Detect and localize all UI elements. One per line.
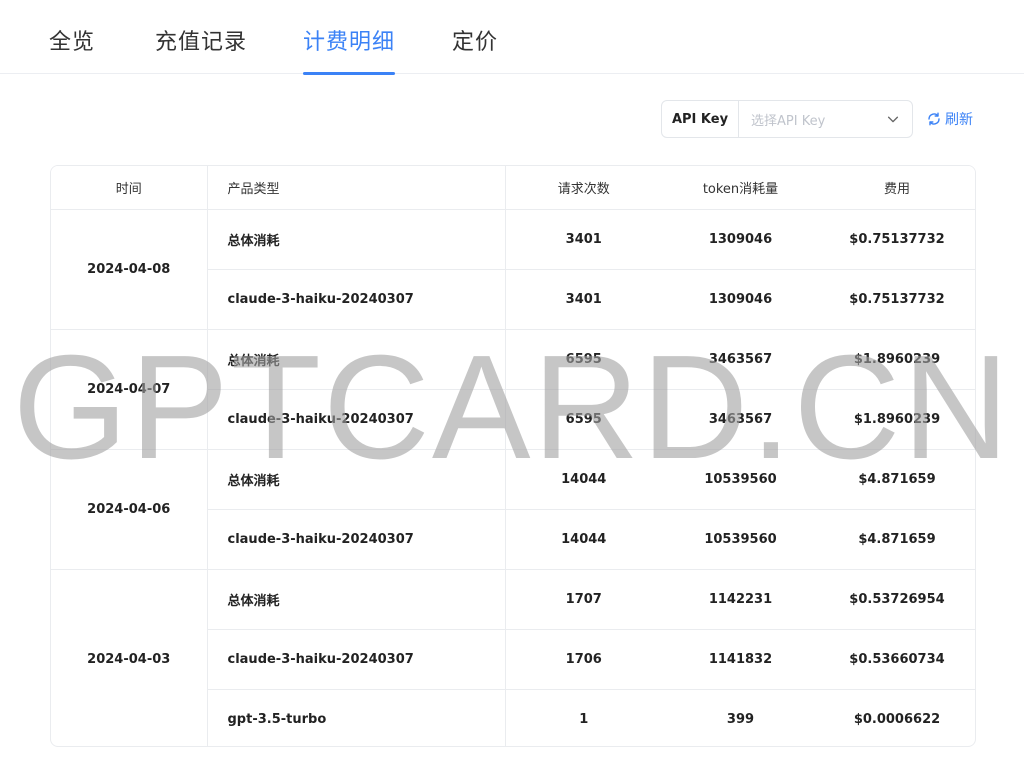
tab-bar: 全览 充值记录 计费明细 定价: [0, 0, 1024, 75]
refresh-button[interactable]: 刷新: [926, 108, 973, 130]
table-row: 2024-04-07 总体消耗 6595 3463567 $1.8960239: [51, 329, 975, 450]
header-product: 产品类型: [207, 166, 506, 210]
fee-cell: $1.8960239: [819, 389, 975, 450]
date-cell: 2024-04-08: [51, 209, 208, 330]
product-cell: 总体消耗: [207, 569, 506, 630]
header-fee: 费用: [819, 166, 975, 210]
fee-cell: $0.53726954: [819, 569, 975, 630]
table-row: 2024-04-06 总体消耗 14044 10539560 $4.871659: [51, 449, 975, 570]
product-cell: claude-3-haiku-20240307: [207, 389, 506, 450]
product-cell: 总体消耗: [207, 449, 506, 510]
product-cell: gpt-3.5-turbo: [207, 689, 506, 746]
header-tokens: token消耗量: [662, 166, 819, 210]
api-key-label: API Key: [662, 101, 739, 137]
requests-cell: 3401: [505, 209, 662, 270]
chevron-down-icon: [887, 116, 899, 123]
requests-cell: 6595: [505, 329, 662, 390]
requests-cell: 1706: [505, 629, 662, 690]
tokens-cell: 3463567: [662, 389, 819, 450]
tokens-cell: 10539560: [662, 449, 819, 510]
product-cell: claude-3-haiku-20240307: [207, 509, 506, 570]
table-row: 2024-04-08 总体消耗 3401 1309046 $0.75137732: [51, 209, 975, 330]
tokens-cell: 1309046: [662, 209, 819, 270]
tab-overview[interactable]: 全览: [49, 24, 95, 74]
tokens-cell: 10539560: [662, 509, 819, 570]
fee-cell: $4.871659: [819, 449, 975, 510]
requests-cell: 1: [579, 711, 589, 727]
fee-cell: $0.0006622: [853, 711, 941, 727]
fee-cell: $1.8960239: [819, 329, 975, 390]
header-date: 时间: [51, 166, 208, 210]
fee-cell: $0.53660734: [819, 629, 975, 690]
refresh-icon: [928, 112, 940, 126]
product-cell: claude-3-haiku-20240307: [207, 269, 506, 330]
table-row: 2024-04-03 总体消耗 1707 1142231 $0.53726954: [51, 569, 975, 746]
tab-billing-details[interactable]: 计费明细: [303, 24, 396, 75]
api-key-placeholder: 选择API Key: [751, 113, 826, 129]
api-key-filter: API Key 选择API Key: [661, 100, 913, 138]
api-key-select[interactable]: 选择API Key: [739, 101, 912, 137]
requests-cell: 14044: [505, 449, 662, 510]
requests-cell: 1707: [505, 569, 662, 630]
refresh-label: 刷新: [945, 112, 973, 128]
fee-cell: $4.871659: [819, 509, 975, 570]
requests-cell: 14044: [505, 509, 662, 570]
tab-pricing[interactable]: 定价: [452, 24, 498, 74]
billing-table: 时间 产品类型 请求次数 token消耗量 费用 2024-04-08 总体消耗…: [50, 165, 976, 747]
tokens-cell: 3463567: [662, 329, 819, 390]
header-requests: 请求次数: [505, 166, 662, 210]
requests-cell: 3401: [505, 269, 662, 330]
tokens-cell: 399: [726, 711, 755, 727]
product-cell: 总体消耗: [207, 329, 506, 390]
fee-cell: $0.75137732: [819, 209, 975, 270]
table-header-row: 时间 产品类型 请求次数 token消耗量 费用: [51, 166, 975, 210]
requests-cell: 6595: [505, 389, 662, 450]
fee-cell: $0.75137732: [819, 269, 975, 330]
date-cell: 2024-04-07: [51, 329, 208, 450]
product-cell: claude-3-haiku-20240307: [207, 629, 506, 690]
tab-recharge-records[interactable]: 充值记录: [155, 24, 247, 74]
tokens-cell: 1309046: [662, 269, 819, 330]
tokens-cell: 1141832: [662, 629, 819, 690]
product-cell: 总体消耗: [207, 209, 506, 270]
date-cell: 2024-04-06: [51, 449, 208, 570]
tokens-cell: 1142231: [662, 569, 819, 630]
date-cell: 2024-04-03: [51, 569, 208, 746]
